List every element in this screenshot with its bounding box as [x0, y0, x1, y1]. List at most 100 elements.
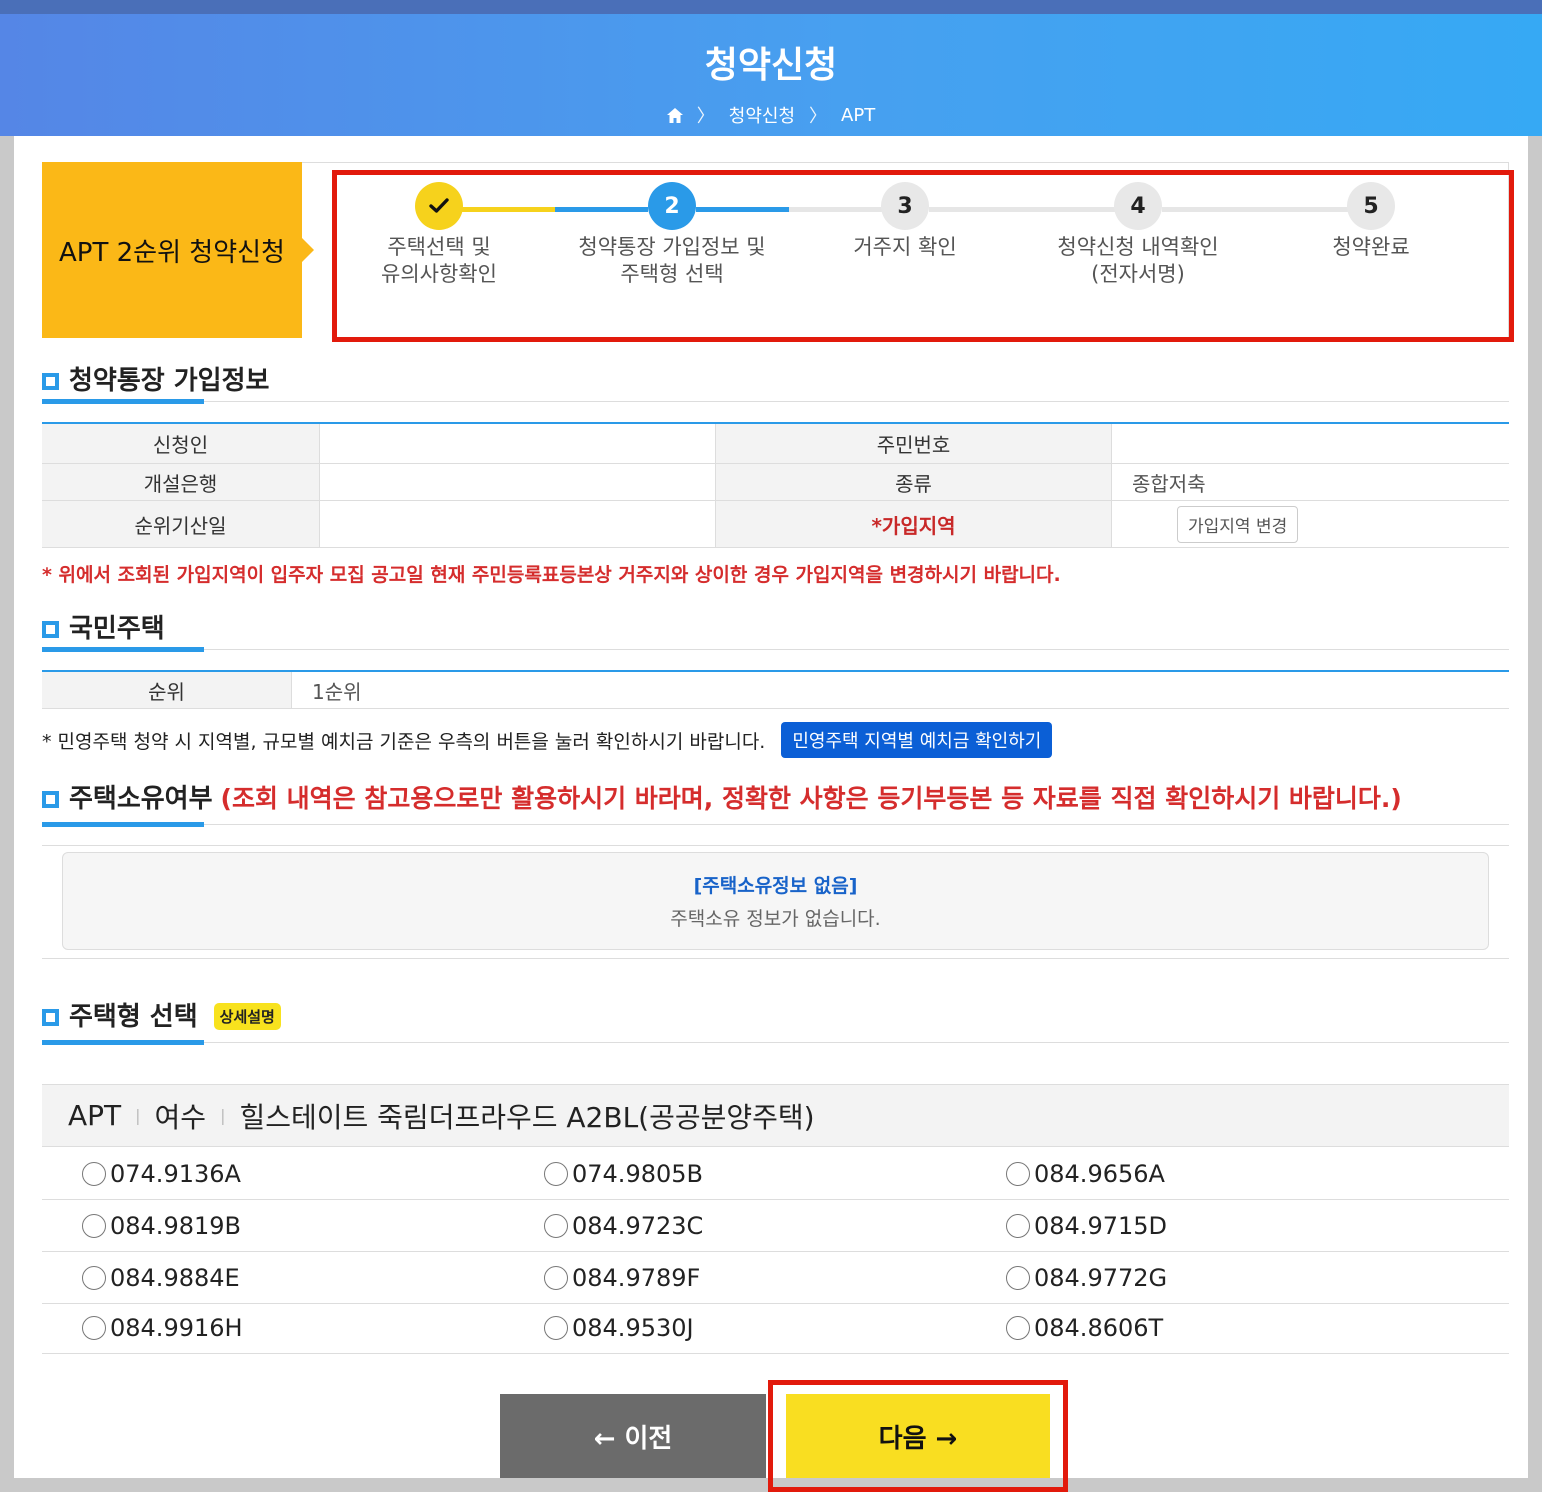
house-type-option[interactable]: 084.9715D	[1006, 1212, 1468, 1240]
step-label-line: (전자서명)	[1091, 262, 1185, 286]
page-header: 청약신청 〉 청약신청 〉 APT	[0, 0, 1542, 136]
radio-button[interactable]	[544, 1265, 568, 1290]
chevron-right-icon: 〉	[696, 106, 715, 127]
radio-button[interactable]	[82, 1315, 106, 1340]
square-bullet-icon	[42, 621, 59, 638]
step-5-circle: 5	[1347, 182, 1395, 230]
table-header-cell: 순위기산일	[42, 501, 320, 547]
house-type-option[interactable]: 084.9789F	[544, 1264, 1006, 1292]
table-header-cell: 종류	[716, 464, 1112, 500]
table-header-cell: 주민번호	[716, 424, 1112, 463]
house-type-label: 084.9715D	[1034, 1211, 1167, 1240]
apt-type: APT	[68, 1099, 122, 1132]
progress-line	[696, 207, 789, 212]
house-type-option[interactable]: 074.9136A	[82, 1160, 544, 1188]
house-type-option[interactable]: 084.9530J	[544, 1314, 1006, 1342]
house-type-row: 084.9884E 084.9789F 084.9772G	[42, 1252, 1509, 1304]
house-type-option[interactable]: 084.9723C	[544, 1212, 1006, 1240]
section-title-house-type: 주택형 선택 상세설명	[42, 996, 281, 1033]
divider-bar: |	[220, 1106, 226, 1125]
section-underline	[42, 822, 204, 827]
radio-button[interactable]	[544, 1315, 568, 1340]
step-label-line: 청약통장 가입정보 및	[578, 235, 766, 259]
next-button[interactable]: 다음 →	[786, 1394, 1050, 1478]
table-value-cell	[320, 501, 716, 547]
step-3-circle: 3	[881, 182, 929, 230]
deposit-check-button[interactable]: 민영주택 지역별 예치금 확인하기	[781, 722, 1053, 758]
house-type-row: 084.9819B 084.9723C 084.9715D	[42, 1200, 1509, 1252]
radio-button[interactable]	[1006, 1315, 1030, 1340]
table-row: 순위기산일 *가입지역 가입지역 변경	[42, 501, 1509, 548]
deposit-note-text: * 민영주택 청약 시 지역별, 규모별 예치금 기준은 우측의 버튼을 눌러 …	[42, 730, 766, 753]
radio-button[interactable]	[544, 1161, 568, 1186]
house-type-option[interactable]: 074.9805B	[544, 1160, 1006, 1188]
required-field-label: *가입지역	[716, 501, 1112, 547]
step-label-line: 청약신청 내역확인	[1057, 235, 1219, 259]
house-type-option[interactable]: 084.9916H	[82, 1314, 544, 1342]
house-type-option[interactable]: 084.9819B	[82, 1212, 544, 1240]
house-type-label: 084.8606T	[1034, 1313, 1164, 1342]
house-type-option[interactable]: 084.9656A	[1006, 1160, 1468, 1188]
step-4-label: 청약신청 내역확인 (전자서명)	[1018, 234, 1258, 288]
table-value-cell	[320, 424, 716, 463]
house-type-label: 084.9723C	[572, 1211, 704, 1240]
step-label-line: 유의사항확인	[381, 262, 497, 286]
section-title-text: 국민주택	[69, 614, 165, 644]
breadcrumb-item[interactable]: 청약신청	[729, 102, 795, 128]
progress-line	[555, 207, 648, 212]
radio-button[interactable]	[1006, 1265, 1030, 1290]
table-value-cell: 1순위	[312, 679, 362, 704]
breadcrumb-item[interactable]: APT	[841, 105, 875, 126]
table-header-cell: 신청인	[42, 424, 320, 463]
account-info-table: 신청인 주민번호 개설은행 종류 종합저축 순위기산일 *가입지역 가입지역 변…	[42, 422, 1509, 548]
divider-bar: |	[135, 1106, 141, 1125]
square-bullet-icon	[42, 1009, 59, 1026]
radio-button[interactable]	[544, 1213, 568, 1238]
apt-region: 여수	[154, 1100, 207, 1134]
section-title-national: 국민주택	[42, 608, 165, 645]
house-type-option[interactable]: 084.9772G	[1006, 1264, 1468, 1292]
table-header-cell: 순위	[42, 672, 292, 708]
progress-line	[1162, 207, 1348, 212]
deposit-note: * 민영주택 청약 시 지역별, 규모별 예치금 기준은 우측의 버튼을 눌러 …	[42, 722, 1053, 758]
prev-button[interactable]: ← 이전	[500, 1394, 766, 1478]
section-title-text: 주택소유여부	[69, 784, 213, 814]
apt-complex-name: 힐스테이트 죽림더프라우드 A2BL(공공분양주택)	[239, 1100, 815, 1134]
step-panel-label: APT 2순위 청약신청	[42, 162, 314, 338]
detail-description-badge[interactable]: 상세설명	[213, 1003, 281, 1030]
divider	[42, 824, 1509, 825]
step-2-circle: 2	[648, 182, 696, 230]
change-region-button[interactable]: 가입지역 변경	[1177, 505, 1299, 543]
rank-table: 순위 1순위	[42, 670, 1509, 709]
step-2-label: 청약통장 가입정보 및 주택형 선택	[552, 234, 792, 288]
divider	[42, 1042, 1509, 1043]
section-title-account: 청약통장 가입정보	[42, 360, 269, 397]
radio-button[interactable]	[82, 1213, 106, 1238]
table-value-cell	[1112, 424, 1509, 463]
table-row: 순위 1순위	[42, 672, 1509, 709]
radio-button[interactable]	[82, 1265, 106, 1290]
section-underline	[42, 647, 204, 652]
home-icon[interactable]	[666, 107, 683, 123]
ownership-note: (조회 내역은 참고용으로만 활용하시기 바라며, 정확한 사항은 등기부등본 …	[220, 783, 1402, 813]
step-panel-label-text: APT 2순위 청약신청	[59, 237, 285, 268]
radio-button[interactable]	[82, 1161, 106, 1186]
step-label-line: 주택형 선택	[620, 262, 724, 286]
house-type-row: 084.9916H 084.9530J 084.8606T	[42, 1302, 1509, 1354]
radio-button[interactable]	[1006, 1161, 1030, 1186]
page-title: 청약신청	[704, 45, 838, 86]
house-type-option[interactable]: 084.8606T	[1006, 1314, 1468, 1342]
house-type-option[interactable]: 084.9884E	[82, 1264, 544, 1292]
step-5-label: 청약완료	[1251, 234, 1491, 261]
divider	[42, 649, 1509, 650]
radio-button[interactable]	[1006, 1213, 1030, 1238]
step-3-label: 거주지 확인	[785, 234, 1025, 261]
step-label-line: 거주지 확인	[853, 235, 957, 259]
divider	[42, 958, 1509, 959]
step-1-check-icon	[415, 182, 463, 230]
step-label-line: 주택선택 및	[387, 235, 491, 259]
square-bullet-icon	[42, 373, 59, 390]
table-value-cell: 가입지역 변경	[1112, 501, 1509, 547]
house-type-label: 084.9530J	[572, 1313, 694, 1342]
progress-line	[462, 207, 555, 212]
